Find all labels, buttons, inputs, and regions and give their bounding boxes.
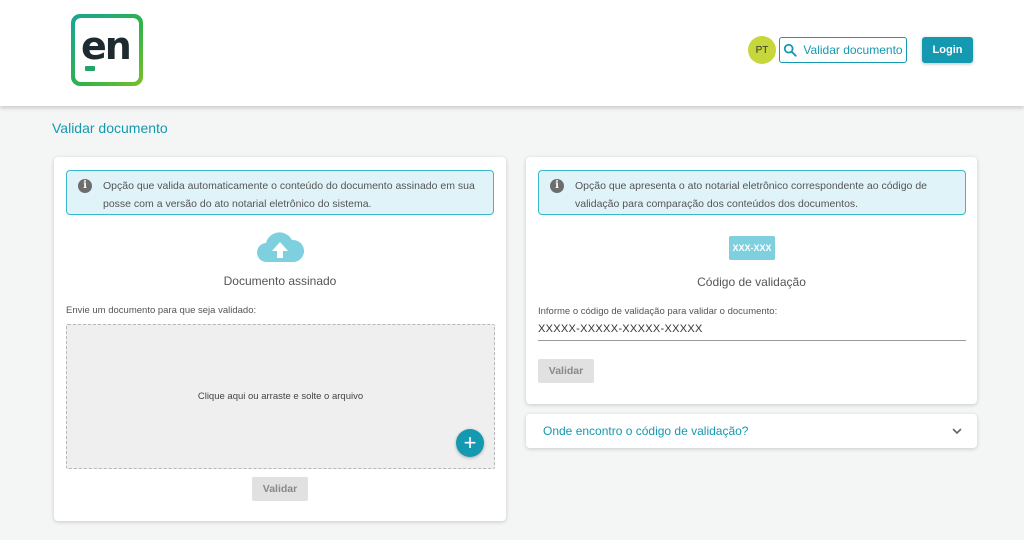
validation-code-input[interactable]: XXXXX-XXXXX-XXXXX-XXXXX bbox=[538, 321, 966, 341]
chevron-down-icon bbox=[952, 428, 962, 434]
logo-text: en bbox=[81, 24, 132, 68]
section-label: Código de validação bbox=[697, 275, 806, 289]
faq-title: Onde encontro o código de validação? bbox=[543, 424, 749, 438]
page-title: Validar documento bbox=[52, 120, 168, 136]
validation-code-card: i Opção que apresenta o ato notarial ele… bbox=[526, 157, 977, 404]
info-text: Opção que apresenta o ato notarial eletr… bbox=[575, 180, 927, 210]
info-icon: i bbox=[550, 179, 564, 193]
code-hint: Informe o código de validação para valid… bbox=[538, 306, 778, 317]
validate-code-button[interactable]: Validar bbox=[538, 359, 594, 383]
search-icon bbox=[784, 43, 798, 57]
file-dropzone[interactable]: Clique aqui ou arraste e solte o arquivo… bbox=[66, 324, 495, 469]
cloud-upload-icon bbox=[257, 232, 304, 263]
dropzone-text: Clique aqui ou arraste e solte o arquivo bbox=[197, 391, 364, 402]
logo-accent bbox=[85, 66, 95, 71]
validar-documento-label: Validar documento bbox=[803, 43, 903, 57]
info-box: i Opção que apresenta o ato notarial ele… bbox=[538, 170, 966, 215]
upload-hint: Envie um documento para que seja validad… bbox=[66, 305, 257, 316]
info-box: i Opção que valida automaticamente o con… bbox=[66, 170, 494, 215]
info-text: Opção que valida automaticamente o conte… bbox=[103, 180, 475, 210]
faq-accordion[interactable]: Onde encontro o código de validação? bbox=[526, 414, 977, 448]
validate-document-button[interactable]: Validar bbox=[252, 477, 308, 501]
login-button[interactable]: Login bbox=[922, 37, 973, 63]
section-label: Documento assinado bbox=[223, 274, 337, 288]
validar-documento-button[interactable]: Validar documento bbox=[779, 37, 907, 63]
header: en PT Validar documento Login bbox=[0, 0, 1024, 106]
logo[interactable]: en bbox=[71, 14, 143, 86]
add-file-button[interactable]: + bbox=[456, 429, 484, 457]
language-selector[interactable]: PT bbox=[748, 36, 776, 64]
code-badge-icon: XXX-XXX bbox=[729, 236, 775, 260]
info-icon: i bbox=[78, 179, 92, 193]
signed-document-card: i Opção que valida automaticamente o con… bbox=[54, 157, 506, 521]
